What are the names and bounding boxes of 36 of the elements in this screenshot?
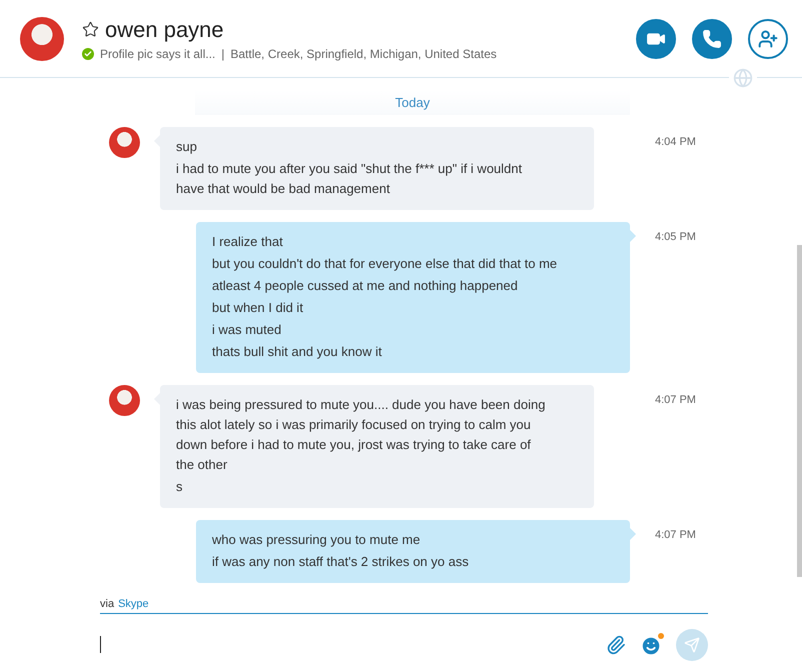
send-icon <box>684 637 700 653</box>
location: Battle, Creek, Springfield, Michigan, United States <box>230 46 497 60</box>
paperclip-icon <box>606 635 626 655</box>
message-time: 4:04 PM <box>654 135 697 150</box>
via-label: via <box>100 598 114 610</box>
sender-avatar <box>109 385 140 416</box>
message-text: but you couldn't do that for everyone else that did that to me <box>212 255 558 273</box>
message-text: who was pressuring you to mute me <box>212 531 422 549</box>
video-call-button[interactable] <box>636 18 676 58</box>
message-text: s <box>176 478 184 496</box>
message-text: i had to mute you after you said "shut the f*** up" if i wouldnt have that would be bad management <box>176 160 523 198</box>
add-person-icon <box>758 28 778 48</box>
message-text: thats bull shit and you know it <box>212 343 383 361</box>
emoticon-button[interactable] <box>640 635 662 657</box>
add-contact-button[interactable] <box>748 18 788 58</box>
star-icon[interactable] <box>82 21 99 38</box>
message-time: 4:05 PM <box>654 230 697 245</box>
contact-name: owen payne <box>105 16 224 42</box>
scrollbar[interactable] <box>797 245 802 577</box>
message-text: but when I did it <box>212 299 304 317</box>
message-text: i was muted <box>212 321 282 339</box>
message-time: 4:07 PM <box>654 528 697 543</box>
phone-icon <box>702 28 722 48</box>
sender-avatar <box>109 127 140 158</box>
contact-avatar <box>20 16 64 60</box>
message-time: 4:07 PM <box>654 393 697 408</box>
message-text: atleast 4 people cussed at me and nothing happened <box>212 277 519 295</box>
service-link[interactable]: Skype <box>118 598 149 610</box>
message-text: I realize that <box>212 233 284 251</box>
message-text: if was any non staff that's 2 strikes on yo ass <box>212 553 470 571</box>
mood-message: Profile pic says it all... <box>100 46 216 60</box>
attach-button[interactable] <box>606 635 626 655</box>
smiley-icon <box>640 635 662 657</box>
call-button[interactable] <box>692 18 732 58</box>
message-text: sup <box>176 138 198 156</box>
separator: | <box>221 46 224 60</box>
